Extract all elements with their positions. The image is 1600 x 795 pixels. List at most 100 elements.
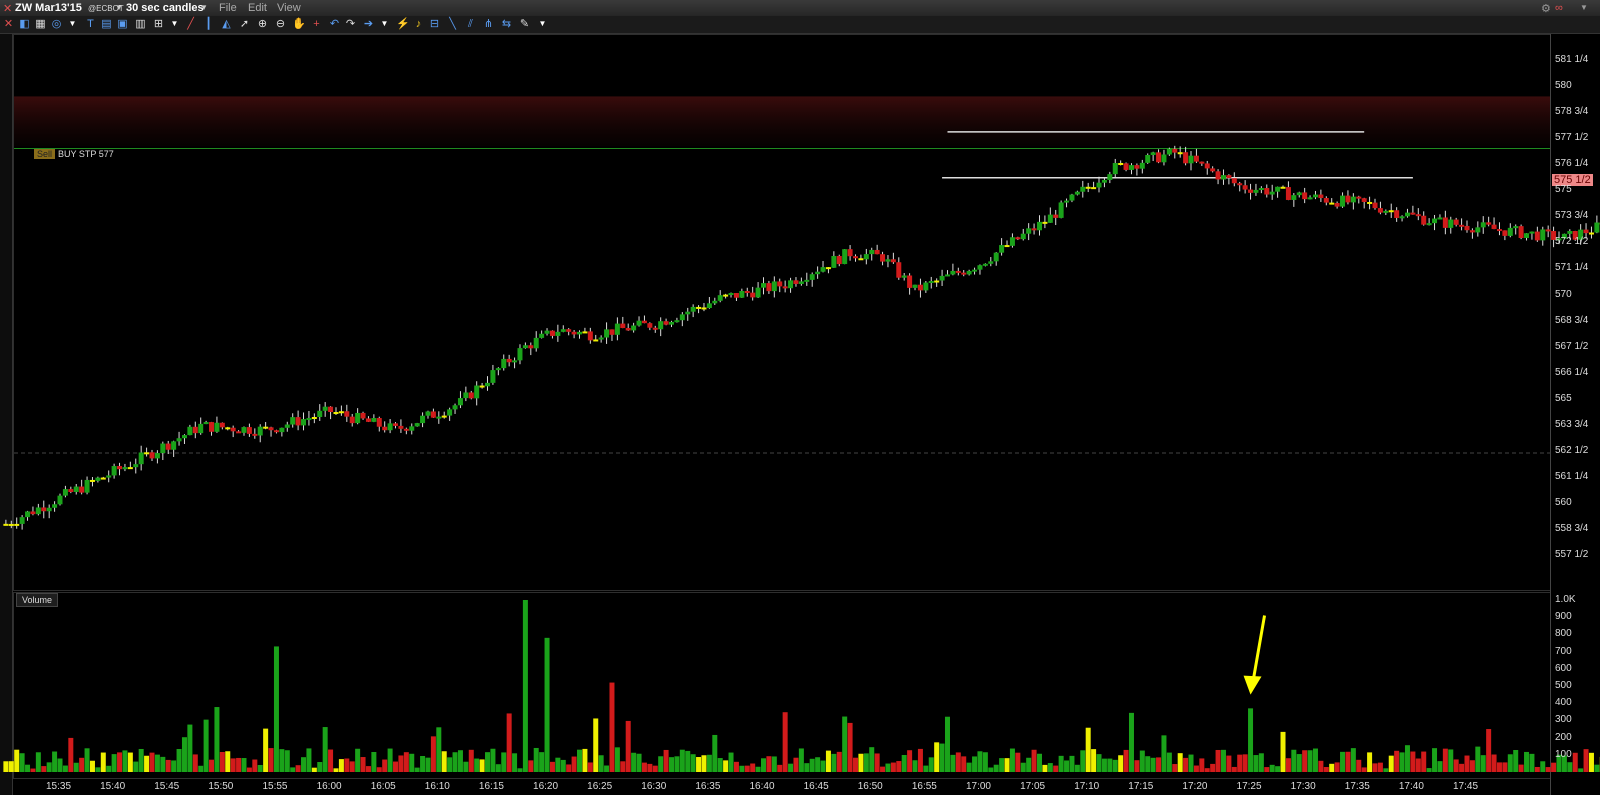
volume-bar xyxy=(1118,755,1124,772)
volume-bar xyxy=(1513,749,1519,772)
candle-body xyxy=(1042,221,1048,224)
volume-bar xyxy=(1258,753,1264,772)
volume-bar xyxy=(1237,754,1243,772)
candle-body xyxy=(338,411,344,414)
volume-bar xyxy=(566,764,572,772)
order-side-tag[interactable]: Sell xyxy=(34,149,56,159)
volume-bar xyxy=(880,766,886,772)
time-tick-label: 17:40 xyxy=(1398,781,1424,792)
volume-bar xyxy=(1172,764,1178,772)
candle-body xyxy=(1134,165,1140,169)
volume-bar xyxy=(1091,749,1097,772)
volume-bar xyxy=(544,637,550,772)
candle-body xyxy=(977,265,983,270)
candle-body xyxy=(295,417,301,426)
candle-body xyxy=(1567,231,1573,234)
candle-body xyxy=(387,423,393,431)
time-tick-label: 16:00 xyxy=(316,781,342,792)
volume-bar xyxy=(717,758,723,772)
volume-bar xyxy=(457,750,463,772)
candle-body xyxy=(1302,192,1308,200)
volume-bar xyxy=(3,761,9,772)
buy-stop-order[interactable]: Sell BUY STP 577 xyxy=(34,149,114,159)
volume-bar xyxy=(95,767,101,772)
volume-bar xyxy=(241,758,247,772)
volume-bar xyxy=(1367,752,1373,772)
candle-body xyxy=(89,479,95,482)
candle-body xyxy=(1015,237,1021,240)
volume-bar xyxy=(528,760,534,772)
volume-bar xyxy=(1009,748,1015,772)
candle-body xyxy=(57,495,63,505)
volume-bar xyxy=(1345,751,1351,772)
volume-tick-label: 200 xyxy=(1555,731,1572,743)
volume-tick-label: 500 xyxy=(1555,680,1572,691)
volume-bar xyxy=(25,764,31,772)
volume-bar xyxy=(577,749,583,772)
time-tick-label: 17:10 xyxy=(1074,781,1100,792)
volume-bar xyxy=(144,755,150,772)
volume-bar xyxy=(441,751,447,772)
candle-body xyxy=(1448,219,1454,228)
candle-body xyxy=(1058,202,1064,218)
candle-body xyxy=(1264,188,1270,195)
volume-bar xyxy=(360,757,366,772)
volume-bar xyxy=(1215,749,1221,772)
volume-bar xyxy=(236,757,242,772)
candle-body xyxy=(658,321,664,330)
candle-body xyxy=(117,466,123,470)
volume-bar xyxy=(631,752,637,772)
candle-body xyxy=(533,337,539,349)
candle-body xyxy=(1096,182,1102,188)
candle-body xyxy=(14,523,20,526)
candle-body xyxy=(1101,179,1107,183)
volume-bar xyxy=(19,753,25,772)
volume-bar xyxy=(1069,755,1075,772)
volume-bar xyxy=(1383,768,1389,772)
volume-bar xyxy=(885,763,891,772)
volume-tick-label: 400 xyxy=(1555,697,1572,709)
candle-body xyxy=(993,252,999,262)
time-tick-label: 16:45 xyxy=(803,781,829,792)
price-tick-label: 561 1/4 xyxy=(1555,470,1589,482)
candle-body xyxy=(225,427,231,430)
volume-bar xyxy=(869,747,875,772)
candle-body xyxy=(1491,224,1497,230)
candle-body xyxy=(847,249,853,257)
candle-body xyxy=(831,256,837,268)
volume-bar xyxy=(1318,760,1324,772)
candle-body xyxy=(804,279,810,282)
candle-body xyxy=(620,323,626,329)
candle-body xyxy=(436,416,442,419)
volume-bar xyxy=(403,752,409,772)
candle-body xyxy=(674,320,680,323)
price-tick-label: 560 xyxy=(1555,497,1572,508)
candle-body xyxy=(501,358,507,369)
candle-body xyxy=(333,412,339,415)
candle-body xyxy=(463,392,469,399)
volume-bar xyxy=(728,752,734,772)
candle-body xyxy=(1145,154,1151,163)
volume-bar xyxy=(192,754,198,772)
volume-bar xyxy=(836,751,842,772)
time-tick-label: 17:35 xyxy=(1344,781,1370,792)
candle-body xyxy=(522,345,528,349)
volume-tick-label: 700 xyxy=(1555,645,1572,657)
candle-body xyxy=(625,328,631,331)
candle-body xyxy=(890,259,896,263)
candle-body xyxy=(777,281,783,287)
candle-body xyxy=(176,438,182,442)
volume-bar xyxy=(825,750,831,772)
volume-bar xyxy=(1064,760,1070,772)
volume-bar xyxy=(739,765,745,772)
candle-body xyxy=(631,325,637,331)
candle-body xyxy=(360,412,366,419)
volume-bar xyxy=(1340,751,1346,772)
volume-bar xyxy=(663,749,669,772)
candle-body xyxy=(517,348,523,361)
candle-body xyxy=(1112,162,1118,175)
candle-body xyxy=(560,329,566,332)
volume-bar xyxy=(1480,755,1486,772)
volume-bar xyxy=(485,752,491,772)
volume-bar xyxy=(387,748,393,772)
